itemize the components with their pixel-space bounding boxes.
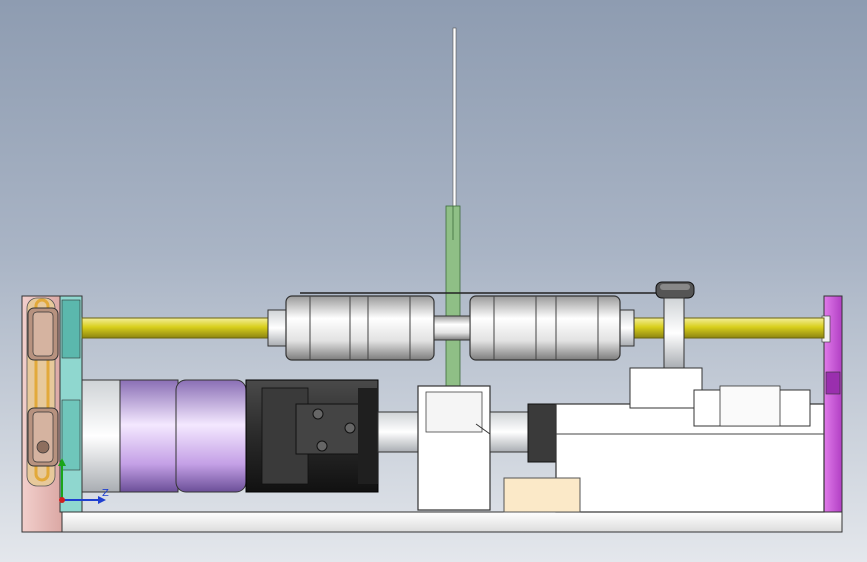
right-end-plate [821, 295, 843, 513]
probe-rod [452, 27, 457, 209]
cad-model-view[interactable]: Z [0, 0, 867, 562]
teal-bearing-plate [59, 295, 83, 513]
roller-assembly [285, 292, 660, 361]
shaft-collar-left [267, 309, 287, 347]
gearbox [81, 379, 247, 493]
cad-viewport[interactable]: Z [0, 0, 867, 562]
bearing-block [417, 385, 491, 511]
triad-z-label: Z [102, 488, 109, 499]
triad-origin [59, 497, 65, 503]
servo-motor [245, 379, 379, 493]
lower-pulley [27, 407, 59, 467]
right-coupling [489, 403, 559, 463]
sensor-strip [445, 205, 461, 387]
upper-pulley [27, 307, 59, 361]
coupling-tube [377, 411, 419, 453]
base-plate [21, 511, 843, 533]
